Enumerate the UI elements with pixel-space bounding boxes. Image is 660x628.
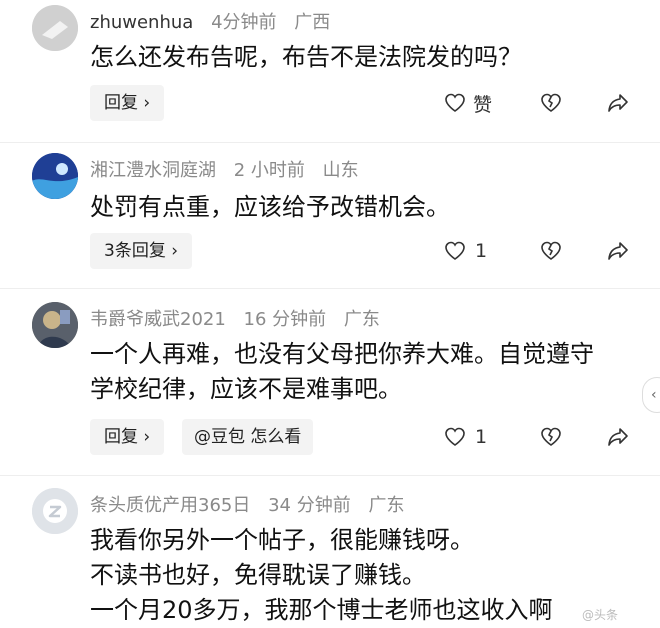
broken-heart-icon — [541, 93, 561, 112]
avatar[interactable] — [32, 302, 78, 348]
comment-username[interactable]: 湘江澧水洞庭湖 — [90, 160, 216, 181]
like-button[interactable]: 1 — [443, 419, 487, 455]
dislike-button[interactable] — [539, 85, 563, 121]
comment-line: 学校纪律，应该不是难事吧。 — [90, 375, 402, 403]
divider — [0, 142, 660, 143]
share-arrow-icon — [608, 94, 628, 112]
comment-line: 一个月20多万，我那个博士老师也这收入啊 — [90, 596, 553, 624]
comment-time: 16 分钟前 — [243, 309, 327, 330]
share-button[interactable] — [606, 233, 630, 269]
view-replies-button[interactable]: 3条回复 › — [90, 233, 193, 269]
broken-heart-icon — [541, 427, 561, 446]
comment-username[interactable]: 条头质优产用365日 — [90, 495, 250, 516]
like-count: 赞 — [473, 93, 493, 116]
divider — [0, 475, 660, 476]
comment-line: 不读书也好，免得耽误了赚钱。 — [90, 561, 426, 589]
share-arrow-icon — [608, 428, 628, 446]
avatar-image-icon — [32, 302, 78, 348]
reply-button[interactable]: 回复 › — [90, 85, 165, 121]
like-count: 1 — [475, 240, 488, 262]
share-button[interactable] — [606, 85, 630, 121]
comment-time: 34 分钟前 — [268, 495, 351, 516]
share-arrow-icon — [608, 242, 628, 260]
dislike-button[interactable] — [539, 233, 563, 269]
broken-heart-icon — [541, 241, 561, 260]
heart-icon — [445, 427, 465, 446]
share-button[interactable] — [606, 419, 630, 455]
heart-icon — [445, 241, 465, 260]
watermark: @头条 — [582, 608, 619, 622]
avatar[interactable] — [32, 488, 78, 534]
comment-text: 一个人再难，也没有父母把你养大难。自觉遵守 学校纪律，应该不是难事吧。 — [90, 337, 594, 407]
like-button[interactable]: 赞 — [443, 85, 492, 121]
avatar-image-icon — [32, 153, 78, 199]
like-count: 1 — [475, 426, 488, 448]
avatar[interactable] — [32, 5, 78, 51]
reply-button[interactable]: 回复 › — [90, 419, 165, 455]
comment-time: 2 小时前 — [233, 160, 305, 181]
comment-location: 山东 — [322, 160, 359, 181]
comment-line: 怎么还发布告呢，布告不是法院发的吗？ — [90, 43, 522, 71]
comment-meta: 湘江澧水洞庭湖 2 小时前 山东 — [90, 156, 371, 182]
chevron-left-icon: ‹ — [651, 387, 657, 403]
default-avatar-icon — [32, 488, 78, 534]
dislike-button[interactable] — [539, 419, 563, 455]
like-button[interactable]: 1 — [443, 233, 487, 269]
comment-text: 我看你另外一个帖子，很能赚钱呀。 不读书也好，免得耽误了赚钱。 一个月20多万，… — [90, 523, 553, 628]
comment-time: 4分钟前 — [211, 12, 277, 33]
divider — [0, 288, 660, 289]
heart-icon — [445, 93, 465, 112]
comment-location: 广东 — [368, 495, 405, 516]
comment-username[interactable]: 韦爵爷威武2021 — [90, 309, 226, 330]
comment-text: 处罚有点重，应该给予改错机会。 — [90, 190, 450, 225]
avatar[interactable] — [32, 153, 78, 199]
comment-username[interactable]: zhuwenhua — [90, 12, 193, 33]
comment-meta: 条头质优产用365日 34 分钟前 广东 — [90, 491, 416, 517]
scroll-tab[interactable]: ‹ — [642, 377, 660, 413]
avatar-placeholder-icon — [32, 5, 78, 51]
comment-line: 我看你另外一个帖子，很能赚钱呀。 — [90, 526, 474, 554]
comment-line: 一个人再难，也没有父母把你养大难。自觉遵守 — [90, 340, 594, 368]
comment-location: 广东 — [343, 309, 380, 330]
comment-line: 处罚有点重，应该给予改错机会。 — [90, 193, 450, 221]
comment-text: 怎么还发布告呢，布告不是法院发的吗？ — [90, 40, 522, 75]
comment-location: 广西 — [294, 12, 331, 33]
comment-meta: zhuwenhua 4分钟前 广西 — [90, 8, 342, 34]
ask-doubao-button[interactable]: @豆包 怎么看 — [182, 419, 314, 455]
comment-meta: 韦爵爷威武2021 16 分钟前 广东 — [90, 305, 392, 331]
